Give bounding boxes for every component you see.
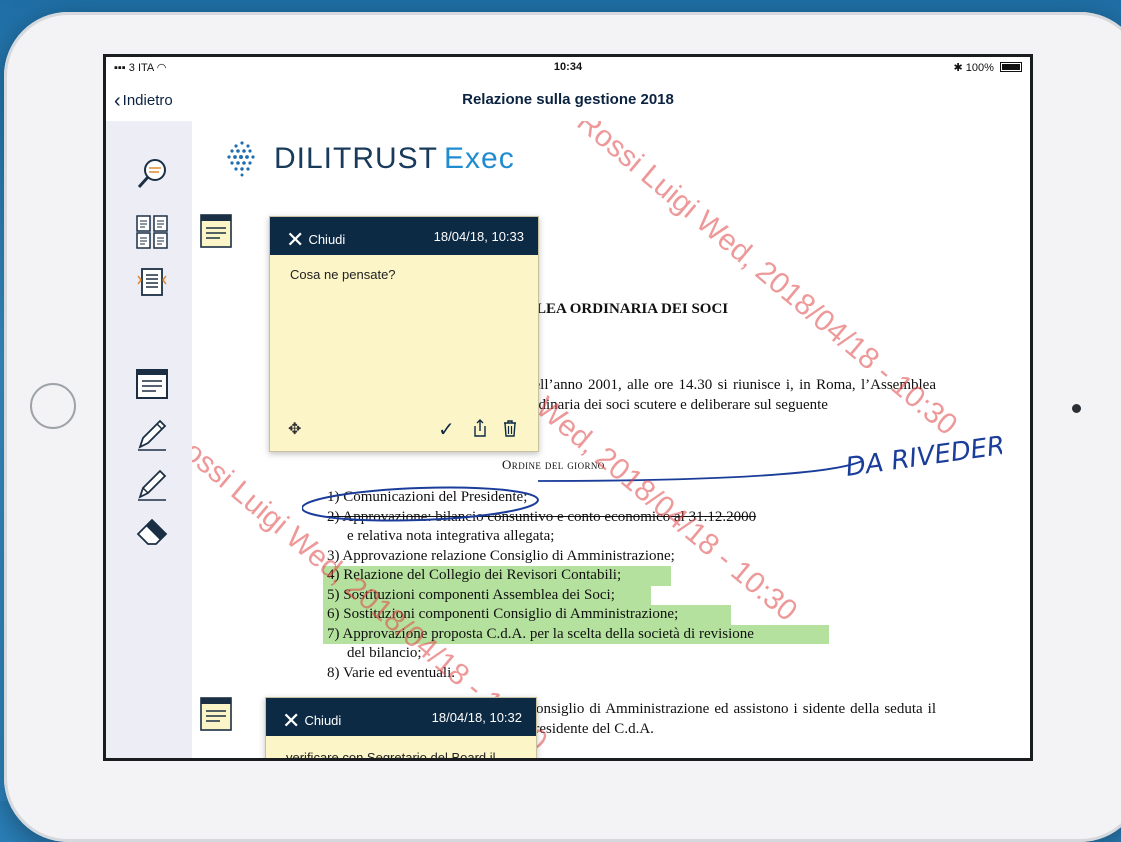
tool-sidebar [106, 121, 192, 758]
eraser-tool-button[interactable] [134, 515, 170, 549]
pages-grid-icon [136, 215, 168, 249]
note-close-button[interactable]: ✕ Chiudi [282, 708, 341, 734]
outline-tool-button[interactable] [134, 267, 170, 301]
watermark-text: Rossi Luigi Wed, 2018/04/18 - 10:30 [570, 121, 964, 442]
pen-tool-button[interactable] [134, 417, 170, 451]
search-tool-button[interactable] [134, 157, 170, 191]
pen-icon [138, 419, 167, 451]
confirm-check-icon[interactable]: ✓ [438, 417, 455, 442]
trash-icon[interactable] [502, 419, 518, 442]
document-list-icon [137, 268, 167, 296]
sticky-note-1: ✕ Chiudi 18/04/18, 10:33 Cosa ne pensate?… [269, 216, 539, 452]
note-marker-icon [200, 697, 232, 731]
note-date: 18/04/18, 10:32 [431, 710, 522, 725]
thumbnails-tool-button[interactable] [134, 215, 170, 249]
close-icon: ✕ [282, 708, 301, 733]
highlighter-tool-button[interactable] [134, 467, 170, 501]
note-close-button[interactable]: ✕ Chiudi [286, 227, 345, 253]
note-marker-icon [200, 214, 232, 248]
share-icon[interactable] [472, 419, 488, 442]
note-text[interactable]: verificare con Segretario del Board il [266, 736, 536, 758]
battery-icon [1000, 62, 1022, 72]
note-text[interactable]: Cosa ne pensate? [270, 255, 538, 294]
page-title: Relazione sulla gestione 2018 [462, 91, 674, 108]
note-tool-button[interactable] [134, 367, 170, 401]
note-marker-1[interactable] [200, 214, 232, 248]
highlighter-icon [138, 469, 167, 501]
note-marker-2[interactable] [200, 697, 232, 731]
ipad-screen: ▪▪▪ 3 ITA ◠ 10:34 ✱ 100% ‹ Indietro Relaz… [106, 57, 1030, 758]
note-date: 18/04/18, 10:33 [433, 229, 524, 244]
navigation-bar: ‹ Indietro Relazione sulla gestione 2018 [106, 79, 1030, 122]
close-icon: ✕ [286, 227, 305, 252]
eraser-icon [136, 518, 168, 545]
battery-label: 100% [965, 62, 994, 74]
status-time: 10:34 [553, 61, 583, 73]
search-icon [137, 159, 166, 189]
move-icon[interactable]: ✥ [288, 419, 301, 439]
bluetooth-icon: ✱ [953, 62, 963, 74]
status-bar: ▪▪▪ 3 ITA ◠ 10:34 ✱ 100% [106, 57, 1030, 79]
home-button[interactable] [30, 383, 76, 429]
sticky-note-2: ✕ Chiudi 18/04/18, 10:32 verificare con S… [265, 697, 537, 758]
note-icon [136, 369, 168, 399]
camera-dot [1072, 404, 1081, 413]
